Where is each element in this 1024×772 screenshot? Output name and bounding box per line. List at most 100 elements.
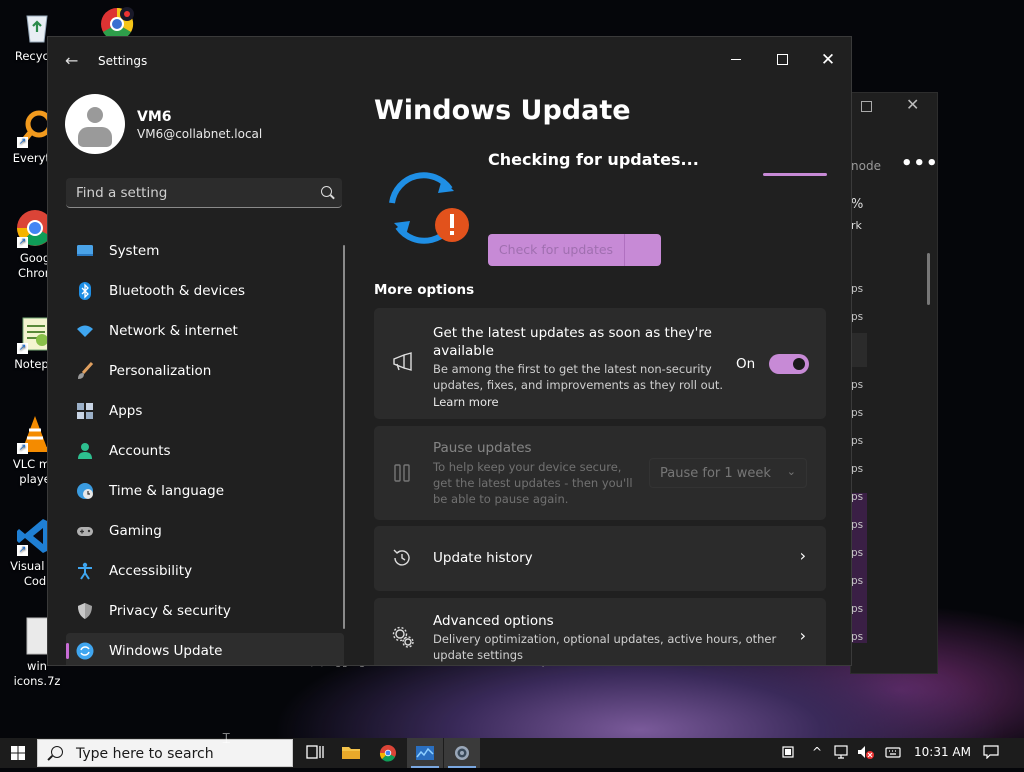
task-manager-taskbar-button[interactable]: [407, 738, 443, 768]
card-title: Update history: [433, 550, 533, 566]
close-button[interactable]: ✕: [805, 45, 851, 75]
sidebar-scrollbar[interactable]: [343, 245, 345, 629]
sync-warning-icon: [384, 167, 474, 247]
settings-taskbar-button[interactable]: [444, 738, 480, 768]
settings-window: ← Settings ✕ VM6 VM6@collabnet.local Fin…: [47, 36, 852, 666]
chevron-down-icon: ⌄: [786, 465, 796, 478]
sidebar-item-privacy[interactable]: Privacy & security: [66, 593, 344, 629]
scrollbar[interactable]: [927, 253, 930, 305]
folder-icon: [342, 747, 360, 759]
background-window[interactable]: ✕ node ••• % rk ps ps ps ps ps ps ps ps …: [850, 92, 938, 674]
learn-more-link[interactable]: Learn more: [433, 394, 499, 410]
wifi-icon: [76, 322, 94, 340]
pause-duration-select[interactable]: Pause for 1 week ⌄: [649, 458, 807, 488]
taskbar: Type here to search ^ 10:31 AM: [0, 738, 1024, 768]
rate-cell: ps: [851, 311, 864, 323]
sidebar-item-accounts[interactable]: Accounts: [66, 433, 344, 469]
accessibility-icon: [76, 562, 94, 580]
more-options-icon[interactable]: •••: [901, 153, 937, 174]
sidebar-item-accessibility[interactable]: Accessibility: [66, 553, 344, 589]
close-icon[interactable]: ✕: [906, 95, 919, 114]
rate-cell: ps: [851, 603, 864, 615]
toggle-knob: [793, 358, 805, 370]
card-title: Advanced options: [433, 613, 554, 629]
rate-cell: ps: [851, 631, 864, 643]
taskbar-search-input[interactable]: Type here to search: [37, 739, 293, 767]
search-placeholder: Find a setting: [76, 185, 168, 201]
sidebar-item-system[interactable]: System: [66, 233, 344, 269]
sidebar-item-label: Windows Update: [109, 643, 223, 659]
rate-cell: ps: [851, 435, 864, 447]
rate-cell: ps: [851, 379, 864, 391]
user-name: VM6: [137, 109, 172, 125]
sidebar-item-windows-update[interactable]: Windows Update: [66, 633, 344, 665]
update-history-card[interactable]: Update history ›: [374, 526, 826, 591]
title-bar[interactable]: ← Settings ✕: [48, 37, 851, 85]
maximize-icon: [776, 54, 788, 65]
task-view-icon: [306, 745, 324, 759]
find-setting-input[interactable]: Find a setting: [66, 178, 342, 208]
history-icon: [392, 548, 412, 572]
gear-icon: [455, 746, 469, 760]
minimize-button[interactable]: [713, 45, 759, 75]
avatar-head: [87, 107, 103, 123]
search-icon: [321, 186, 332, 197]
row-highlight: [851, 493, 867, 643]
sidebar-item-apps[interactable]: Apps: [66, 393, 344, 429]
rate-cell: ps: [851, 407, 864, 419]
avatar[interactable]: [65, 94, 125, 154]
chrome-taskbar-button[interactable]: [370, 738, 406, 768]
rate-cell: ps: [851, 463, 864, 475]
rate-cell: ps: [851, 547, 864, 559]
gamepad-icon: [76, 522, 94, 540]
rate-cell: ps: [851, 491, 864, 503]
network-icon[interactable]: [833, 745, 849, 762]
sidebar-item-label: Network & internet: [109, 323, 238, 339]
user-email: VM6@collabnet.local: [137, 127, 263, 141]
maximize-icon[interactable]: [861, 101, 872, 112]
sidebar-item-label: Accessibility: [109, 563, 193, 579]
latest-updates-toggle[interactable]: [769, 354, 809, 374]
chevron-right-icon: ›: [799, 546, 806, 565]
card-title: Get the latest updates as soon as they'r…: [433, 325, 712, 341]
maximize-button[interactable]: [759, 45, 805, 75]
sidebar-item-personalization[interactable]: Personalization: [66, 353, 344, 389]
card-description: updates, fixes, and improvements as they…: [433, 378, 724, 392]
keyboard-icon[interactable]: [885, 745, 901, 762]
file-explorer-button[interactable]: [333, 738, 369, 768]
rate-cell: ps: [851, 283, 864, 295]
globe-clock-icon: [76, 482, 94, 500]
check-for-updates-button[interactable]: Check for updates: [488, 234, 661, 266]
button-label: Check for updates: [498, 242, 614, 257]
notifications-icon[interactable]: [983, 745, 999, 762]
sidebar-item-label: Gaming: [109, 523, 162, 539]
taskbar-clock[interactable]: 10:31 AM: [914, 745, 971, 759]
start-button[interactable]: [0, 738, 36, 768]
volume-muted-icon[interactable]: [857, 745, 875, 762]
update-status: Checking for updates...: [488, 150, 699, 169]
sidebar-item-label: System: [109, 243, 160, 259]
sidebar-item-gaming[interactable]: Gaming: [66, 513, 344, 549]
pause-icon: [392, 463, 412, 487]
shield-icon: [76, 602, 94, 620]
sidebar-item-bluetooth[interactable]: Bluetooth & devices: [66, 273, 344, 309]
task-manager-icon: [416, 746, 434, 760]
chevron-right-icon: ›: [799, 626, 806, 645]
pause-updates-card: Pause updates To help keep your device s…: [374, 426, 826, 520]
minimize-icon: [731, 59, 741, 60]
action-center-small-icon[interactable]: [782, 745, 794, 762]
chrome-icon: [379, 745, 396, 762]
shortcut-arrow-icon: ↗: [17, 237, 28, 248]
tray-chevron-icon[interactable]: ^: [812, 745, 822, 759]
sidebar-item-network[interactable]: Network & internet: [66, 313, 344, 349]
window-title: Settings: [98, 54, 148, 68]
card-description: Be among the first to get the latest non…: [433, 362, 712, 376]
task-view-button[interactable]: [296, 738, 332, 768]
card-description: be able to pause again.: [433, 492, 569, 506]
advanced-options-card[interactable]: Advanced options Delivery optimization, …: [374, 598, 826, 665]
card-description: get the latest updates - then you'll: [433, 476, 633, 490]
bluetooth-icon: [76, 282, 94, 300]
sidebar-item-time-language[interactable]: Time & language: [66, 473, 344, 509]
back-arrow-icon[interactable]: ←: [65, 51, 78, 70]
apps-grid-icon: [76, 402, 94, 420]
